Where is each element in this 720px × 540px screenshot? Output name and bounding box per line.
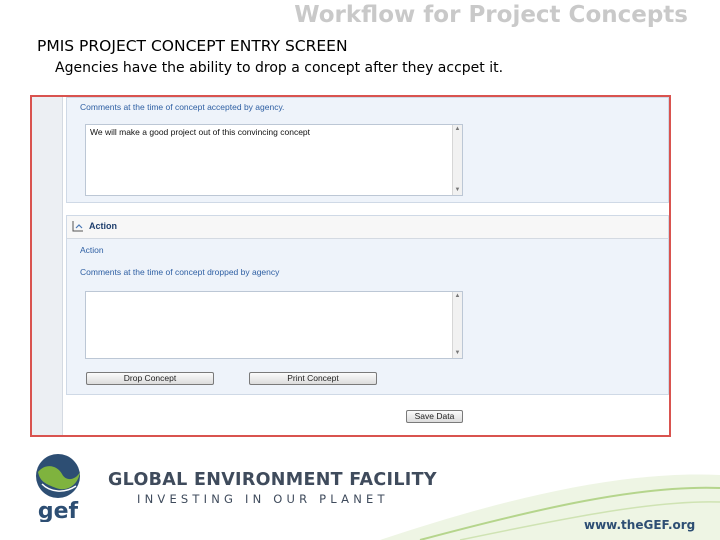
dropped-comments-scrollbar[interactable]: ▲ ▼	[452, 292, 462, 358]
accepted-comments-label: Comments at the time of concept accepted…	[80, 102, 285, 112]
slide-subtext: Agencies have the ability to drop a conc…	[55, 60, 504, 76]
scroll-down-arrow-icon[interactable]: ▼	[453, 349, 462, 358]
accepted-comments-textarea[interactable]: We will make a good project out of this …	[85, 124, 463, 196]
left-gutter	[32, 97, 63, 435]
scroll-down-arrow-icon[interactable]: ▼	[453, 186, 462, 195]
gef-logo-text: gef	[38, 499, 79, 522]
action-panel: Action Action Comments at the time of co…	[66, 215, 669, 395]
accepted-comments-scrollbar[interactable]: ▲ ▼	[452, 125, 462, 195]
organization-tagline: INVESTING IN OUR PLANET	[137, 492, 389, 506]
organization-name: GLOBAL ENVIRONMENT FACILITY	[108, 470, 437, 490]
drop-concept-button[interactable]: Drop Concept	[86, 372, 214, 385]
action-label: Action	[80, 245, 104, 255]
action-section-title: Action	[89, 221, 117, 231]
save-data-button[interactable]: Save Data	[406, 410, 463, 423]
dropped-comments-textarea[interactable]: ▲ ▼	[85, 291, 463, 359]
accepted-comments-panel: Comments at the time of concept accepted…	[66, 97, 669, 203]
dropped-comments-label: Comments at the time of concept dropped …	[80, 267, 280, 277]
concept-entry-screenshot: Comments at the time of concept accepted…	[30, 95, 671, 437]
accepted-comments-text: We will make a good project out of this …	[90, 127, 311, 137]
gef-globe-logo: gef	[36, 454, 80, 522]
scroll-up-arrow-icon[interactable]: ▲	[453, 292, 462, 301]
print-concept-button[interactable]: Print Concept	[249, 372, 377, 385]
slide-heading: PMIS PROJECT CONCEPT ENTRY SCREEN	[37, 37, 348, 55]
website-url[interactable]: www.theGEF.org	[584, 518, 695, 532]
collapse-icon[interactable]	[72, 220, 84, 232]
action-header[interactable]: Action	[67, 216, 668, 239]
scroll-up-arrow-icon[interactable]: ▲	[453, 125, 462, 134]
slide-title: Workflow for Project Concepts	[294, 2, 688, 28]
